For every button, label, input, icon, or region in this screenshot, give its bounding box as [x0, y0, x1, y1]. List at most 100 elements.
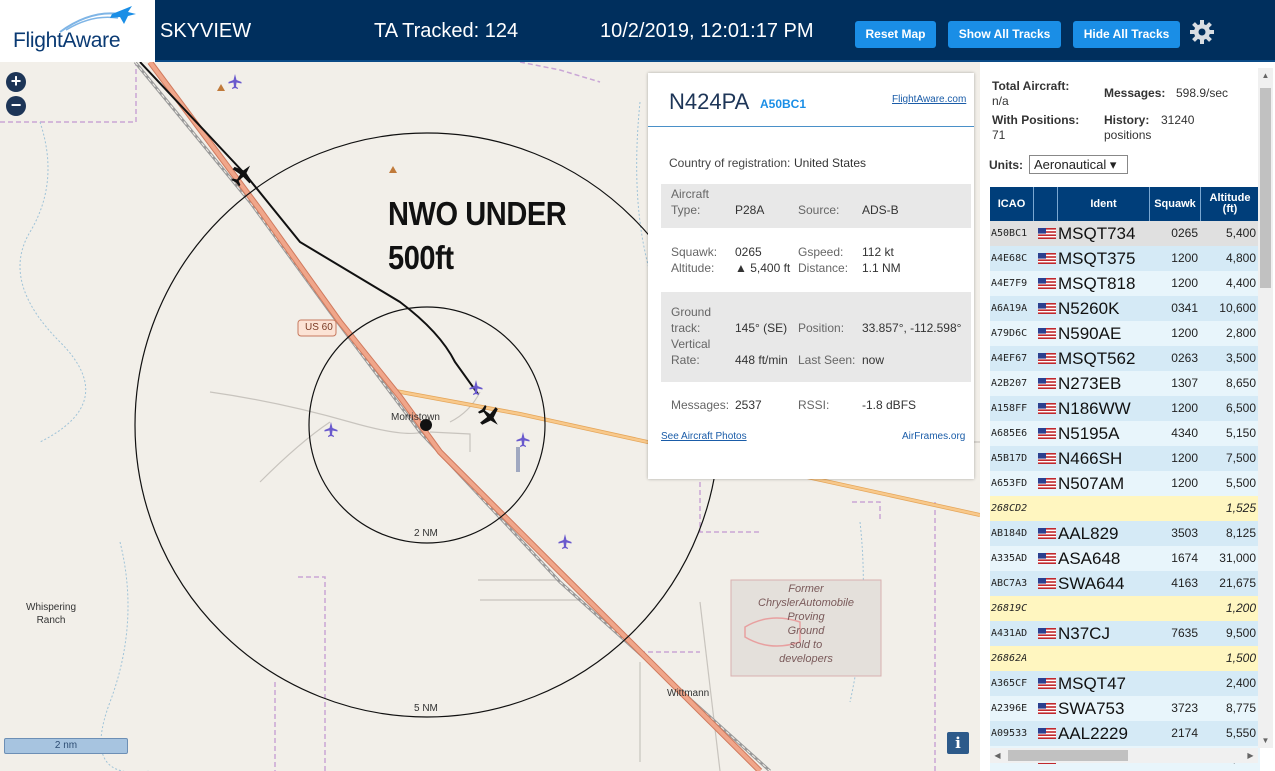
- row-flag: [1035, 296, 1057, 321]
- row-icao: A335AD: [991, 553, 1028, 564]
- table-row[interactable]: A4EF67 MSQT562 0263 3,500: [990, 346, 1260, 371]
- airframes-link[interactable]: AirFrames.org: [902, 431, 965, 442]
- gear-icon[interactable]: [1188, 18, 1216, 46]
- table-row[interactable]: A365CF MSQT47 2,400: [990, 671, 1260, 696]
- aircraft-photos-link[interactable]: See Aircraft Photos: [661, 431, 747, 442]
- messages-value: 598.9/sec: [1176, 86, 1229, 100]
- table-row[interactable]: 26862A 1,500: [990, 646, 1260, 671]
- table-row[interactable]: A79D6C N590AE 1200 2,800: [990, 321, 1260, 346]
- type-row: Aircraft Type: P28A Source: ADS-B: [661, 184, 971, 228]
- table-row[interactable]: A6A19A N5260K 0341 10,600: [990, 296, 1260, 321]
- aircraft-registration: N424PA: [669, 89, 750, 114]
- row-ident: [1058, 496, 1150, 521]
- map-view[interactable]: US 60 Morristown 2 NM 5 NM Whispering Ra…: [0, 62, 980, 771]
- table-row[interactable]: A685E6 N5195A 4340 5,150: [990, 421, 1260, 446]
- table-row[interactable]: A158FF N186WW 1200 6,500: [990, 396, 1260, 421]
- top-header: FlightAware SKYVIEW TA Tracked: 124 10/2…: [0, 0, 1275, 62]
- row-icao: A685E6: [991, 428, 1028, 439]
- aircraft-detail-popup: N424PA A50BC1 FlightAware.com Country of…: [648, 73, 974, 479]
- messages-row: Messages: 2537 RSSI: -1.8 dBFS: [671, 398, 917, 412]
- app-name: SKYVIEW: [160, 20, 252, 42]
- row-flag: [1035, 446, 1057, 471]
- row-squawk: 1674: [1171, 551, 1198, 565]
- row-altitude: 8,775: [1225, 701, 1256, 715]
- row-ident: AAL2229: [1058, 724, 1128, 743]
- messages-label: Messages:: [1104, 86, 1166, 100]
- info-button[interactable]: i: [947, 732, 969, 754]
- us-flag-icon: [1038, 628, 1056, 639]
- table-row[interactable]: A09533 AAL2229 2174 5,550: [990, 721, 1260, 746]
- row-altitude: 7,500: [1225, 451, 1256, 465]
- row-ident: AAL829: [1058, 524, 1119, 543]
- table-row[interactable]: A5B17D N466SH 1200 7,500: [990, 446, 1260, 471]
- history-label: History:: [1104, 113, 1150, 127]
- table-row[interactable]: A2396E SWA753 3723 8,775: [990, 696, 1260, 721]
- zoom-in-button[interactable]: +: [6, 72, 26, 92]
- row-ident: SWA753: [1058, 699, 1125, 718]
- row-altitude: 5,150: [1225, 426, 1256, 440]
- row-flag: [1035, 621, 1057, 646]
- row-squawk: [1151, 596, 1200, 621]
- flightaware-link[interactable]: FlightAware.com: [892, 94, 966, 105]
- table-row[interactable]: 26819C 1,200: [990, 596, 1260, 621]
- row-ident: N590AE: [1058, 324, 1122, 343]
- row-icao: A79D6C: [991, 328, 1028, 339]
- row-icao: AB184D: [991, 528, 1028, 539]
- flightaware-logo[interactable]: FlightAware: [0, 0, 155, 62]
- row-squawk: 2174: [1171, 726, 1198, 740]
- row-flag: [1035, 546, 1057, 571]
- col-ident[interactable]: Ident: [1058, 187, 1150, 221]
- col-icao[interactable]: ICAO: [990, 187, 1034, 221]
- horizontal-scrollbar[interactable]: ◀ ▶: [990, 748, 1258, 763]
- row-squawk: 0263: [1171, 351, 1198, 365]
- history-unit: positions: [1104, 128, 1152, 142]
- table-row[interactable]: A50BC1 MSQT734 0265 5,400: [990, 221, 1260, 246]
- col-altitude[interactable]: Altitude (ft): [1201, 187, 1260, 221]
- us-flag-icon: [1038, 703, 1056, 714]
- us-flag-icon: [1038, 228, 1056, 239]
- table-row[interactable]: A2B207 N273EB 1307 8,650: [990, 371, 1260, 396]
- row-ident: MSQT562: [1058, 349, 1136, 368]
- row-altitude: 1,525: [1225, 501, 1256, 515]
- zoom-out-button[interactable]: −: [6, 96, 26, 116]
- row-squawk: 1307: [1171, 376, 1198, 390]
- row-ident: N273EB: [1058, 374, 1122, 393]
- row-altitude: 1,200: [1225, 601, 1256, 615]
- row-ident: N186WW: [1058, 399, 1131, 418]
- row-ident: MSQT375: [1058, 249, 1136, 268]
- table-row[interactable]: A4E7F9 MSQT818 1200 4,400: [990, 271, 1260, 296]
- row-flag: [1035, 396, 1057, 421]
- row-flag: [1035, 421, 1057, 446]
- show-all-tracks-button[interactable]: Show All Tracks: [948, 21, 1061, 48]
- table-row[interactable]: A4E68C MSQT375 1200 4,800: [990, 246, 1260, 271]
- row-ident: N507AM: [1058, 474, 1125, 493]
- row-icao: A653FD: [991, 478, 1028, 489]
- row-squawk: 4163: [1171, 576, 1198, 590]
- row-altitude: 9,500: [1225, 626, 1256, 640]
- col-squawk[interactable]: Squawk: [1150, 187, 1201, 221]
- table-row[interactable]: AB184D AAL829 3503 8,125: [990, 521, 1260, 546]
- datetime: 10/2/2019, 12:01:17 PM: [600, 20, 814, 42]
- row-icao: A4E68C: [991, 253, 1028, 264]
- table-row[interactable]: ABC7A3 SWA644 4163 21,675: [990, 571, 1260, 596]
- row-ident: MSQT734: [1058, 224, 1136, 243]
- row-squawk: 1200: [1171, 451, 1198, 465]
- table-row[interactable]: A335AD ASA648 1674 31,000: [990, 546, 1260, 571]
- with-positions-value: 71: [992, 128, 1006, 142]
- col-flag[interactable]: [1034, 187, 1058, 221]
- row-ident: N466SH: [1058, 449, 1123, 468]
- hide-all-tracks-button[interactable]: Hide All Tracks: [1073, 21, 1180, 48]
- table-row[interactable]: A431AD N37CJ 7635 9,500: [990, 621, 1260, 646]
- table-row[interactable]: A653FD N507AM 1200 5,500: [990, 471, 1260, 496]
- row-flag: [1035, 246, 1057, 271]
- row-flag: [1035, 696, 1057, 721]
- units-select[interactable]: Aeronautical ▾: [1029, 155, 1128, 174]
- history-value: 31240: [1161, 113, 1195, 127]
- vertical-scrollbar[interactable]: ▲ ▼: [1258, 68, 1273, 748]
- reset-map-button[interactable]: Reset Map: [855, 21, 936, 48]
- total-aircraft-value: n/a: [992, 94, 1009, 108]
- table-row[interactable]: 268CD2 1,525: [990, 496, 1260, 521]
- squawk-row: Squawk: 0265 Gspeed: 112 kt Altitude: ▲ …: [671, 245, 901, 275]
- row-altitude: 5,550: [1225, 726, 1256, 740]
- with-positions-label: With Positions:: [992, 113, 1080, 127]
